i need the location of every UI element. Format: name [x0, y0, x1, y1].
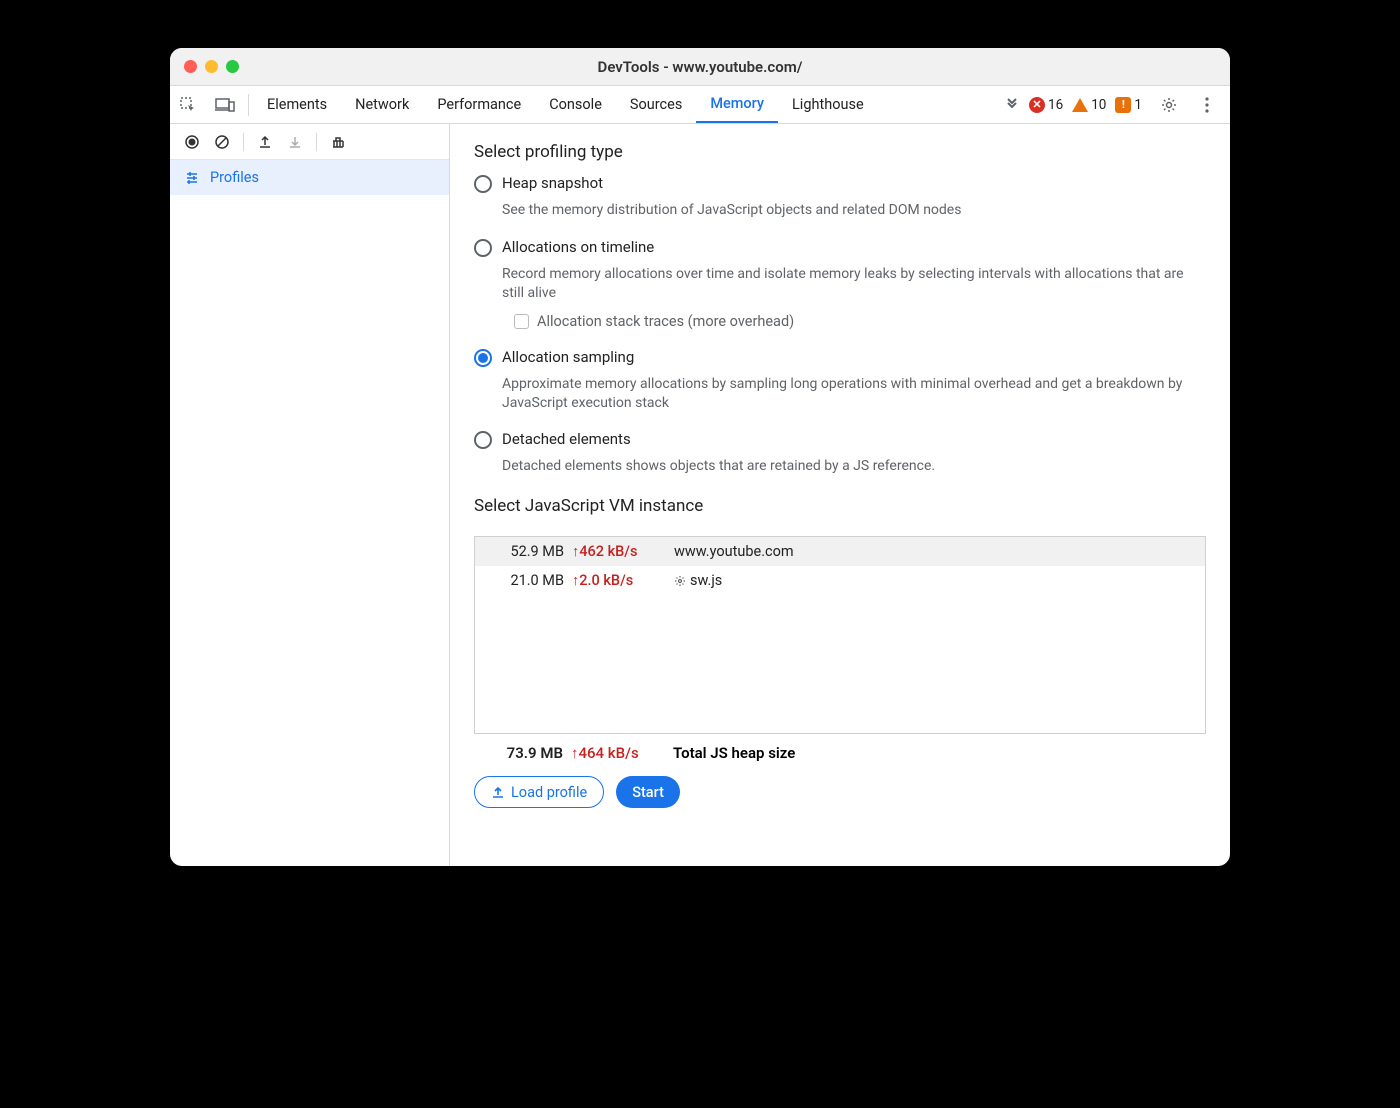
warning-icon: [1072, 98, 1088, 112]
total-heap-row: 73.9 MB ↑464 kB/s Total JS heap size: [474, 734, 1206, 768]
upload-icon: [491, 785, 505, 799]
vm-instance-list: 52.9 MB ↑462 kB/s www.youtube.com 21.0 M…: [474, 536, 1206, 734]
vm-instance-heading: Select JavaScript VM instance: [474, 496, 1206, 516]
radio-icon: [474, 175, 492, 193]
radio-allocations-timeline[interactable]: Allocations on timeline: [474, 238, 1206, 257]
start-button[interactable]: Start: [616, 776, 680, 808]
vm-row-youtube[interactable]: 52.9 MB ↑462 kB/s www.youtube.com: [475, 537, 1205, 566]
clear-icon[interactable]: [208, 130, 236, 154]
panel-tabs: Elements Network Performance Console Sou…: [253, 86, 878, 123]
sidebar-toolbar: [170, 124, 449, 160]
profiling-type-heading: Select profiling type: [474, 142, 1206, 162]
error-icon: ✕: [1029, 97, 1045, 113]
tab-performance[interactable]: Performance: [423, 86, 535, 123]
window-title: DevTools - www.youtube.com/: [170, 58, 1230, 76]
sidebar-item-profiles[interactable]: Profiles: [170, 160, 449, 195]
heap-snapshot-desc: See the memory distribution of JavaScrip…: [502, 201, 1206, 220]
more-tabs-icon[interactable]: [1004, 97, 1020, 113]
profiles-label: Profiles: [210, 169, 259, 186]
gear-icon: [674, 575, 686, 587]
allocation-sampling-desc: Approximate memory allocations by sampli…: [502, 375, 1206, 413]
maximize-window-button[interactable]: [226, 60, 239, 73]
settings-icon[interactable]: [1151, 96, 1187, 114]
vm-row-swjs[interactable]: 21.0 MB ↑2.0 kB/s sw.js: [475, 566, 1205, 595]
up-arrow-icon: ↑: [571, 744, 579, 762]
titlebar: DevTools - www.youtube.com/: [170, 48, 1230, 86]
device-toolbar-icon[interactable]: [206, 86, 244, 123]
allocations-timeline-desc: Record memory allocations over time and …: [502, 265, 1206, 303]
radio-detached-elements[interactable]: Detached elements: [474, 430, 1206, 449]
minimize-window-button[interactable]: [205, 60, 218, 73]
inspect-element-icon[interactable]: [170, 86, 206, 123]
devtools-tabbar: Elements Network Performance Console Sou…: [170, 86, 1230, 124]
tab-console[interactable]: Console: [535, 86, 616, 123]
divider: [248, 94, 249, 116]
checkbox-icon: [514, 314, 529, 329]
garbage-collect-icon[interactable]: [324, 130, 352, 154]
tab-lighthouse[interactable]: Lighthouse: [778, 86, 878, 123]
close-window-button[interactable]: [184, 60, 197, 73]
errors-badge[interactable]: ✕ 16: [1029, 97, 1063, 113]
tab-sources[interactable]: Sources: [616, 86, 696, 123]
radio-icon: [474, 349, 492, 367]
separator: [243, 133, 244, 151]
tab-elements[interactable]: Elements: [253, 86, 341, 123]
allocation-stack-traces-checkbox[interactable]: Allocation stack traces (more overhead): [514, 313, 1206, 330]
separator: [316, 133, 317, 151]
action-buttons: Load profile Start: [474, 768, 1206, 824]
warnings-badge[interactable]: 10: [1072, 97, 1106, 113]
devtools-window: DevTools - www.youtube.com/ Elements Net…: [170, 48, 1230, 866]
detached-elements-desc: Detached elements shows objects that are…: [502, 457, 1206, 476]
sliders-icon: [184, 170, 200, 186]
kebab-menu-icon[interactable]: [1196, 97, 1218, 113]
memory-panel: Select profiling type Heap snapshot See …: [450, 124, 1230, 866]
content-area: Profiles Select profiling type Heap snap…: [170, 124, 1230, 866]
load-profile-button[interactable]: Load profile: [474, 776, 604, 808]
issues-badge[interactable]: ! 1: [1115, 97, 1142, 113]
record-icon[interactable]: [178, 130, 206, 154]
traffic-lights: [170, 60, 239, 73]
radio-allocation-sampling[interactable]: Allocation sampling: [474, 348, 1206, 367]
radio-heap-snapshot[interactable]: Heap snapshot: [474, 174, 1206, 193]
download-icon[interactable]: [281, 130, 309, 154]
tabbar-right: ✕ 16 10 ! 1: [1004, 96, 1230, 114]
tab-memory[interactable]: Memory: [696, 86, 778, 123]
radio-icon: [474, 431, 492, 449]
radio-icon: [474, 239, 492, 257]
profiles-sidebar: Profiles: [170, 124, 450, 866]
tab-network[interactable]: Network: [341, 86, 423, 123]
issue-icon: !: [1115, 97, 1131, 113]
upload-icon[interactable]: [251, 130, 279, 154]
